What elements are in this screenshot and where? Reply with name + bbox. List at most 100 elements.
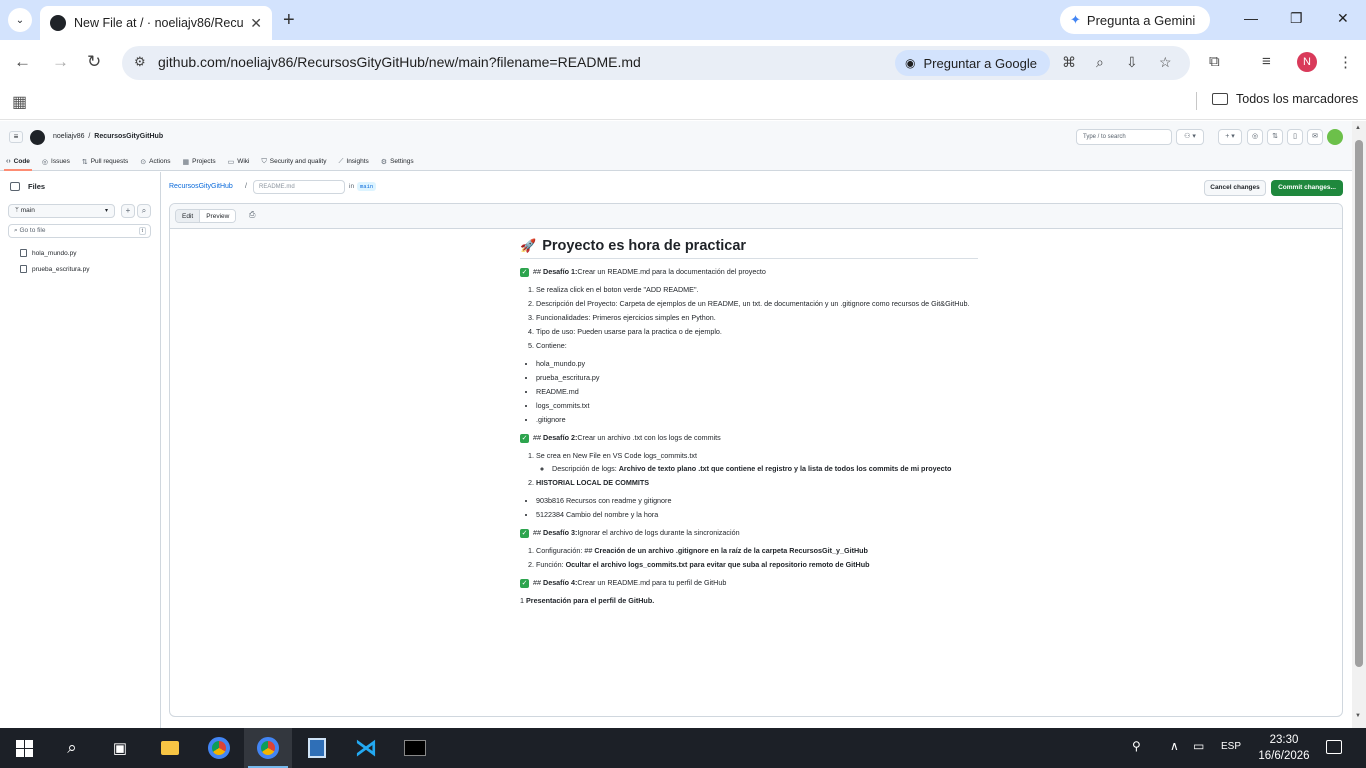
repo-tab-wiki[interactable]: ▭ Wiki	[222, 152, 256, 171]
notification-center-icon[interactable]	[1326, 740, 1342, 754]
chrome-icon[interactable]	[195, 728, 243, 768]
pull-requests-icon[interactable]: ⇅	[1267, 129, 1283, 145]
path-repo-link[interactable]: RecursosGityGitHub	[169, 183, 233, 190]
repo-link[interactable]: RecursosGityGitHub	[94, 133, 163, 140]
repo-tab-insights[interactable]: ⟋ Insights	[332, 152, 374, 171]
tab-edit[interactable]: Edit	[176, 210, 200, 222]
tab-search-button[interactable]: ⌄	[8, 8, 32, 32]
tab-close-icon[interactable]: ✕	[250, 15, 262, 32]
copilot-button[interactable]: ⚇ ▾	[1176, 129, 1204, 145]
file-tree-item[interactable]: hola_mundo.py	[20, 249, 76, 257]
zoom-icon[interactable]: ⌕	[1096, 54, 1104, 71]
branch-selector[interactable]: ᛘ main ▾	[8, 204, 115, 218]
scroll-up-icon[interactable]: ▲	[1355, 125, 1361, 131]
new-tab-button[interactable]: +	[283, 9, 295, 32]
gemini-sparkle-icon: ✦	[1070, 12, 1081, 27]
translate-icon[interactable]: ⌘	[1062, 54, 1076, 71]
input-language[interactable]: ESP	[1221, 741, 1241, 752]
page-scrollbar[interactable]: ▲ ▼	[1352, 121, 1366, 728]
owner-link[interactable]: noeliajv86	[53, 133, 85, 140]
url-text[interactable]: github.com/noeliajv86/RecursosGityGitHub…	[158, 54, 641, 70]
editor-toolbar: Edit Preview ⎙	[170, 204, 1342, 229]
extensions-icon[interactable]: ⧉	[1209, 53, 1220, 70]
network-icon[interactable]: ▭	[1193, 739, 1204, 753]
all-bookmarks-button[interactable]: Todos los marcadores	[1212, 92, 1358, 106]
file-tree-item[interactable]: prueba_escritura.py	[20, 265, 89, 273]
taskbar-clock[interactable]: 23:30 16/6/2026	[1256, 732, 1312, 764]
search-files-button[interactable]: ⌕	[137, 204, 151, 218]
profile-avatar[interactable]: N	[1297, 52, 1317, 72]
inbox-icon[interactable]: ✉	[1307, 129, 1323, 145]
tab-preview[interactable]: Preview	[199, 210, 236, 222]
commit-changes-button[interactable]: Commit changes...	[1271, 180, 1343, 196]
reload-icon[interactable]: ↻	[87, 52, 101, 72]
list-item: hola_mundo.py	[536, 359, 978, 369]
repo-tab-issues[interactable]: ◎ Issues	[36, 152, 76, 171]
address-bar[interactable]: ⚙ github.com/noeliajv86/RecursosGityGitH…	[122, 46, 1190, 80]
cancel-changes-button[interactable]: Cancel changes	[1204, 180, 1266, 196]
chrome-active-icon[interactable]	[244, 728, 292, 768]
file-tree-panel: Files ᛘ main ▾ + ⌕ ⌕ Go to file t hola_m…	[0, 172, 161, 728]
forward-arrow-icon[interactable]: →	[52, 52, 69, 72]
go-to-file-input[interactable]: ⌕ Go to file t	[8, 224, 151, 238]
challenge-1-steps: Se realiza click en el boton verde "ADD …	[536, 285, 978, 351]
restore-window-icon[interactable]: ❐	[1290, 10, 1303, 27]
github-search-input[interactable]: Type / to search	[1076, 129, 1172, 145]
scroll-down-icon[interactable]: ▼	[1355, 713, 1361, 719]
minimize-window-icon[interactable]: —	[1244, 10, 1258, 26]
repo-tab-actions[interactable]: ⊙ Actions	[134, 152, 176, 171]
kebab-menu-icon[interactable]: ⋮	[1338, 53, 1353, 71]
issues-icon[interactable]: ◎	[1247, 129, 1263, 145]
repo-tab-settings[interactable]: ⚙ Settings	[375, 152, 420, 171]
close-window-icon[interactable]: ✕	[1337, 10, 1349, 27]
search-taskbar-icon[interactable]: ⌕	[48, 728, 96, 768]
add-file-button[interactable]: +	[121, 204, 135, 218]
list-item: prueba_escritura.py	[536, 373, 978, 383]
scrollbar-thumb[interactable]	[1355, 140, 1363, 667]
gemini-button[interactable]: ✦ Pregunta a Gemini	[1060, 6, 1210, 34]
create-new-button[interactable]: + ▾	[1218, 129, 1242, 145]
bookmark-star-icon[interactable]: ☆	[1159, 54, 1172, 71]
vscode-icon[interactable]: ⋊	[342, 728, 390, 768]
sidebar-collapse-icon[interactable]	[10, 182, 20, 191]
challenge-2: ✓ ## Desafío 2: Crear un archivo .txt co…	[520, 433, 721, 443]
repo-tab-code[interactable]: ‹› Code	[0, 152, 36, 171]
start-button[interactable]	[0, 728, 48, 768]
challenge-1-files: hola_mundo.py prueba_escritura.py README…	[536, 359, 978, 425]
table-icon: ▦	[182, 158, 190, 166]
browser-toolbar: ← → ↻ ⚙ github.com/noeliajv86/RecursosGi…	[0, 40, 1366, 86]
list-item: Tipo de uso: Pueden usarse para la pract…	[536, 327, 978, 337]
browser-tab-active[interactable]: New File at / · noeliajv86/RecursosGityG…	[40, 6, 272, 40]
apps-grid-icon[interactable]: ▦	[12, 92, 27, 112]
terminal-icon[interactable]	[391, 728, 439, 768]
play-icon: ⊙	[140, 158, 147, 166]
file-explorer-icon[interactable]	[146, 728, 194, 768]
challenge-2-steps: Se crea en New File en VS Code logs_comm…	[536, 451, 978, 488]
repositories-icon[interactable]: ▯	[1287, 129, 1303, 145]
print-icon[interactable]: ⎙	[249, 210, 255, 220]
paint-app-icon[interactable]	[293, 728, 341, 768]
repo-tab-pull-requests[interactable]: ⇅ Pull requests	[76, 152, 134, 171]
commit-list: 903b816 Recursos con readme y gitignore …	[536, 496, 978, 520]
path-separator: /	[245, 183, 247, 190]
list-item: Configuración: ## Creación de un archivo…	[536, 546, 978, 556]
task-view-icon[interactable]: ▣	[96, 728, 144, 768]
code-icon: ‹›	[6, 158, 11, 165]
user-avatar[interactable]	[1327, 129, 1343, 145]
tray-chevron-icon[interactable]: ∧	[1170, 739, 1179, 753]
install-app-icon[interactable]: ⇩	[1126, 54, 1138, 71]
challenge-1: ✓ ## Desafío 1: Crear un README.md para …	[520, 267, 766, 277]
filename-input[interactable]: README.md	[253, 180, 345, 194]
repo-tab-security[interactable]: ⛉ Security and quality	[256, 152, 333, 171]
people-icon[interactable]: ⚲	[1132, 739, 1141, 753]
list-item: Se realiza click en el boton verde "ADD …	[536, 285, 978, 295]
ask-google-button[interactable]: ◉ Preguntar a Google	[895, 50, 1050, 76]
back-arrow-icon[interactable]: ←	[14, 52, 31, 72]
all-bookmarks-label: Todos los marcadores	[1236, 92, 1359, 106]
list-item: Descripción del Proyecto: Carpeta de eje…	[536, 299, 978, 309]
site-info-icon[interactable]: ⚙	[134, 54, 146, 70]
repo-tab-projects[interactable]: ▦ Projects	[176, 152, 221, 171]
media-control-icon[interactable]: ≡	[1262, 53, 1271, 70]
github-logo-icon[interactable]	[30, 130, 45, 145]
hamburger-menu-icon[interactable]: ≡	[9, 131, 23, 143]
